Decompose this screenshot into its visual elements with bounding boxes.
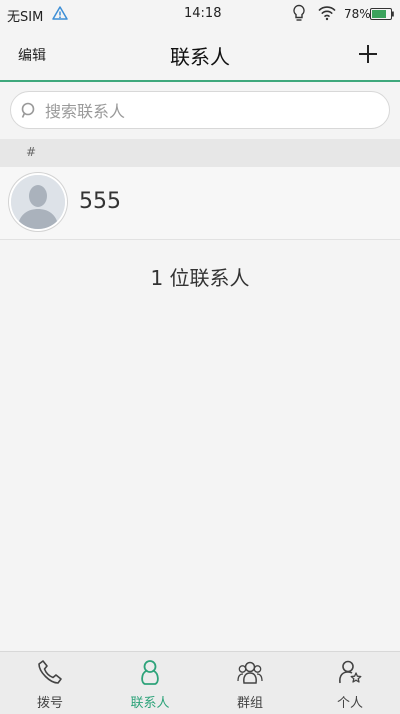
plus-icon[interactable] bbox=[356, 42, 380, 66]
app-header: 编辑 联系人 bbox=[0, 28, 400, 82]
tab-dialer[interactable]: 拨号 bbox=[0, 652, 100, 714]
person-star-icon bbox=[339, 660, 362, 684]
carrier-label: 无SIM bbox=[7, 10, 44, 25]
tab-contacts[interactable]: 联系人 bbox=[100, 652, 200, 714]
search-input[interactable] bbox=[43, 96, 377, 126]
tab-label: 拨号 bbox=[36, 696, 63, 711]
section-label: # bbox=[26, 145, 37, 159]
default-avatar-icon bbox=[11, 175, 65, 229]
bottom-tab-bar: 拨号 联系人 群组 个人 bbox=[0, 651, 400, 714]
wifi-icon bbox=[318, 6, 336, 21]
tab-label: 个人 bbox=[336, 696, 363, 711]
battery-icon bbox=[370, 8, 394, 20]
tab-personal[interactable]: 个人 bbox=[300, 652, 400, 714]
bulb-icon bbox=[293, 4, 305, 21]
contact-count: 1 位联系人 bbox=[150, 266, 250, 290]
tab-groups[interactable]: 群组 bbox=[200, 652, 300, 714]
tab-label: 联系人 bbox=[130, 696, 170, 711]
phone-icon bbox=[38, 660, 62, 684]
status-bar: 无SIM 14:18 78% bbox=[0, 0, 400, 28]
contact-list-item[interactable]: 555 bbox=[0, 167, 400, 240]
contact-name: 555 bbox=[79, 189, 121, 214]
tab-label: 群组 bbox=[236, 696, 263, 711]
group-icon bbox=[237, 661, 263, 684]
section-index-header: # bbox=[0, 139, 400, 167]
warning-icon bbox=[52, 6, 68, 20]
battery-percent: 78% bbox=[344, 7, 371, 21]
contacts-icon bbox=[141, 660, 159, 685]
page-title: 联系人 bbox=[170, 45, 230, 69]
search-bar[interactable] bbox=[10, 91, 390, 129]
clock: 14:18 bbox=[184, 6, 222, 21]
search-icon bbox=[21, 102, 35, 118]
